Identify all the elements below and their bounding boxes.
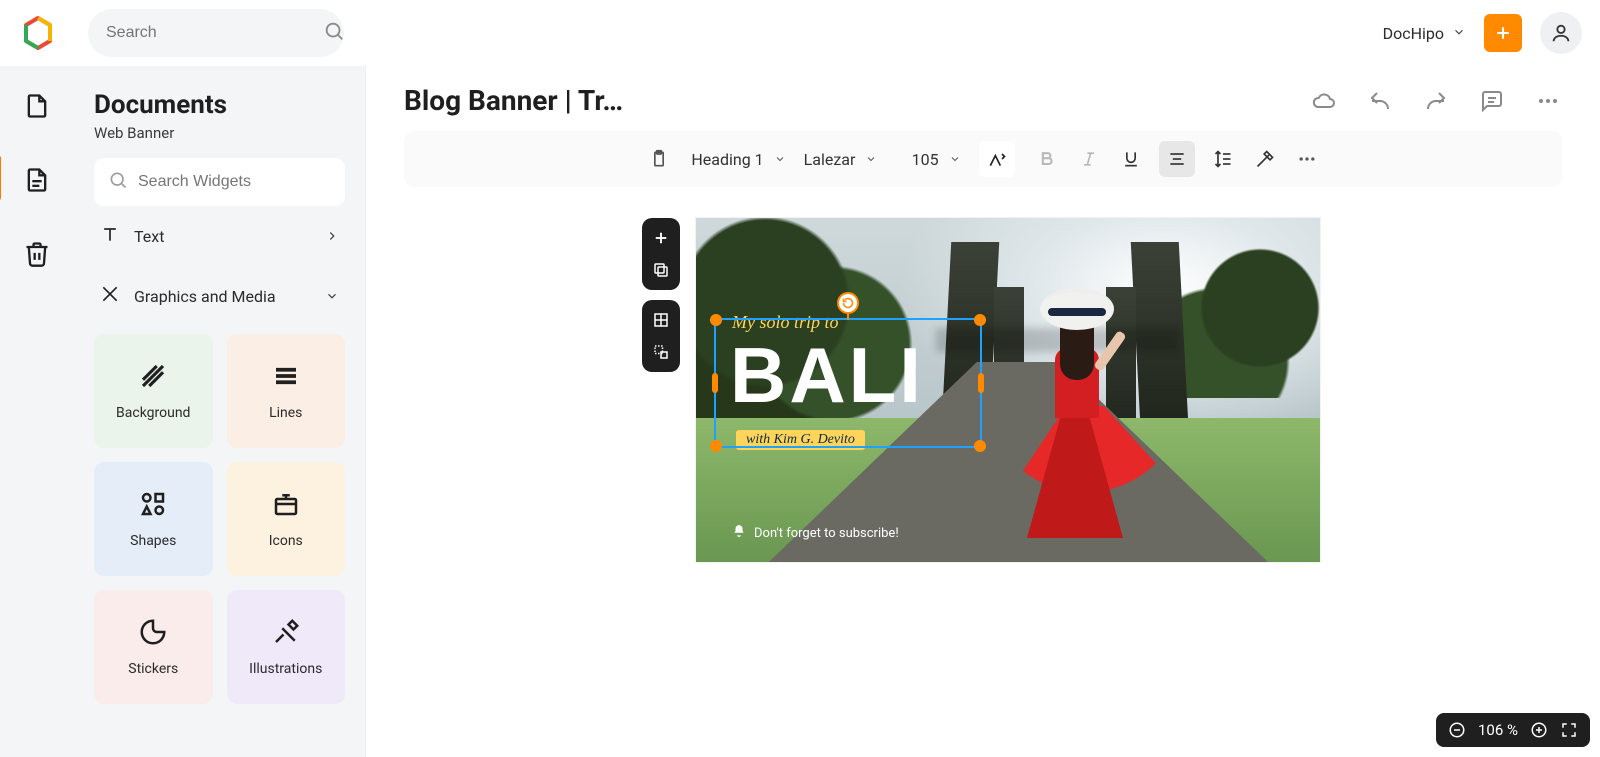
rail-trash[interactable]	[23, 236, 51, 276]
rotate-handle[interactable]	[837, 292, 859, 314]
tile-shapes-label: Shapes	[130, 533, 176, 549]
redo-button[interactable]	[1422, 87, 1450, 115]
resize-handle-tr[interactable]	[974, 314, 986, 326]
rail-documents[interactable]	[23, 162, 51, 202]
fontsize-select[interactable]: 105	[912, 150, 961, 169]
tile-illustrations-label: Illustrations	[249, 661, 322, 677]
heading-value: Heading 1	[691, 150, 763, 169]
global-search-input[interactable]	[106, 24, 313, 42]
resize-handle-br[interactable]	[974, 440, 986, 452]
tile-illustrations[interactable]: Illustrations	[227, 590, 346, 704]
lines-icon	[271, 361, 301, 395]
tools-icon	[100, 284, 120, 308]
fullscreen-button[interactable]	[1560, 721, 1578, 739]
account-button[interactable]	[1540, 12, 1582, 54]
tile-background[interactable]: Background	[94, 334, 213, 448]
chevron-down-icon	[325, 289, 339, 303]
canvas-bg-woman	[970, 288, 1150, 558]
illustrations-icon	[271, 617, 301, 651]
lineheight-button[interactable]	[1209, 145, 1237, 173]
group-graphics[interactable]: Graphics and Media	[94, 266, 345, 326]
underline-button[interactable]	[1117, 145, 1145, 173]
duplicate-page-button[interactable]	[647, 256, 675, 284]
tile-background-label: Background	[116, 405, 190, 421]
font-value: Lalezar	[804, 150, 856, 169]
app-logo[interactable]	[18, 13, 58, 53]
resize-handle-bl[interactable]	[710, 440, 722, 452]
group-graphics-label: Graphics and Media	[134, 287, 276, 306]
panel-subtitle: Web Banner	[94, 124, 345, 142]
resize-handle-mr[interactable]	[978, 373, 984, 393]
workspace-switcher[interactable]: DocHipo	[1383, 24, 1466, 43]
zoom-out-button[interactable]	[1448, 721, 1466, 739]
undo-button[interactable]	[1366, 87, 1394, 115]
bold-button[interactable]	[1033, 145, 1061, 173]
more-text-options[interactable]	[1293, 145, 1321, 173]
resize-handle-tl[interactable]	[710, 314, 722, 326]
zoom-value: 106 %	[1478, 721, 1518, 739]
chevron-right-icon	[325, 229, 339, 243]
icons-icon	[271, 489, 301, 523]
heading-select[interactable]: Heading 1	[691, 150, 785, 169]
background-icon	[138, 361, 168, 395]
effects-button[interactable]	[1251, 145, 1279, 173]
rail-new-document[interactable]	[23, 88, 51, 128]
canvas-bg-trees-right	[1170, 218, 1320, 398]
add-page-button[interactable]	[647, 224, 675, 252]
page-tools-view	[642, 300, 680, 372]
more-menu-button[interactable]	[1534, 87, 1562, 115]
tile-icons-label: Icons	[269, 533, 303, 549]
page-tools-add	[642, 218, 680, 290]
create-button[interactable]	[1484, 14, 1522, 52]
italic-button[interactable]	[1075, 145, 1103, 173]
group-text-label: Text	[134, 227, 164, 246]
align-button[interactable]	[1159, 141, 1195, 177]
tile-icons[interactable]: Icons	[227, 462, 346, 576]
tile-stickers[interactable]: Stickers	[94, 590, 213, 704]
clipboard-icon[interactable]	[645, 145, 673, 173]
tile-stickers-label: Stickers	[128, 661, 178, 677]
font-select[interactable]: Lalezar	[804, 150, 894, 169]
text-icon	[100, 224, 120, 248]
grid-view-button[interactable]	[647, 306, 675, 334]
zoom-controls: 106 %	[1436, 713, 1590, 747]
tile-shapes[interactable]: Shapes	[94, 462, 213, 576]
panel-title: Documents	[94, 90, 345, 120]
design-canvas[interactable]: My solo trip to BALI with Kim G. Devito …	[696, 218, 1320, 562]
cloud-sync-icon[interactable]	[1310, 87, 1338, 115]
document-title[interactable]: Blog Banner | Tr…	[404, 84, 623, 117]
bell-icon	[732, 524, 746, 542]
global-search[interactable]	[88, 9, 344, 57]
fontsize-value: 105	[912, 150, 939, 169]
tile-lines[interactable]: Lines	[227, 334, 346, 448]
zoom-in-button[interactable]	[1530, 721, 1548, 739]
group-text[interactable]: Text	[94, 206, 345, 266]
widget-search[interactable]	[94, 158, 345, 206]
comments-button[interactable]	[1478, 87, 1506, 115]
stickers-icon	[138, 617, 168, 651]
resize-handle-ml[interactable]	[712, 373, 718, 393]
shapes-icon	[138, 489, 168, 523]
selection-box[interactable]	[714, 318, 982, 448]
text-toolbar: Heading 1 Lalezar 105	[404, 131, 1562, 187]
workspace-name: DocHipo	[1383, 24, 1444, 43]
textcolor-button[interactable]	[979, 141, 1015, 177]
selection-view-button[interactable]	[647, 338, 675, 366]
tile-lines-label: Lines	[269, 405, 302, 421]
canvas-subscribe-text: Don't forget to subscribe!	[754, 526, 899, 541]
search-icon	[108, 170, 128, 194]
chevron-down-icon	[1452, 24, 1466, 43]
canvas-subscribe-row[interactable]: Don't forget to subscribe!	[732, 524, 899, 542]
widget-search-input[interactable]	[138, 173, 345, 191]
search-icon	[323, 20, 345, 46]
